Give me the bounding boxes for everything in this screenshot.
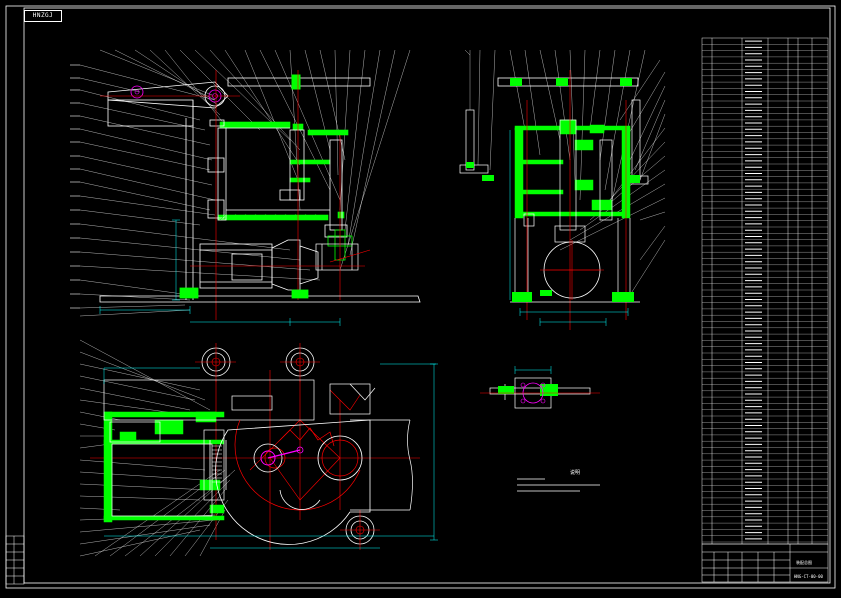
top-view (79, 339, 438, 557)
cad-drawing-sheet: 装配总图 HNG-CT-00-00 (0, 0, 841, 594)
parts-list-rows (702, 40, 828, 543)
sheet-title-tag: HNZGJ (24, 10, 62, 22)
tech-notes (517, 478, 600, 492)
front-view (70, 49, 421, 326)
side-frame (514, 119, 631, 219)
side-view (459, 49, 666, 330)
drawing-number: HNG-CT-00-00 (794, 574, 823, 579)
inner-border (23, 7, 831, 584)
binding-strip (5, 535, 25, 585)
front-base (99, 287, 421, 303)
front-dimensions (99, 219, 341, 326)
title-block-name: 装配总图 (796, 559, 812, 565)
front-frame (217, 121, 349, 221)
parts-list (701, 37, 829, 545)
detail-view (480, 366, 600, 409)
top-frame (103, 411, 225, 523)
ratchet-comb (212, 445, 222, 483)
outer-border (5, 5, 836, 589)
tech-notes-title: 说明 (570, 470, 581, 476)
front-motor (199, 239, 319, 291)
crank-arm (107, 81, 229, 300)
